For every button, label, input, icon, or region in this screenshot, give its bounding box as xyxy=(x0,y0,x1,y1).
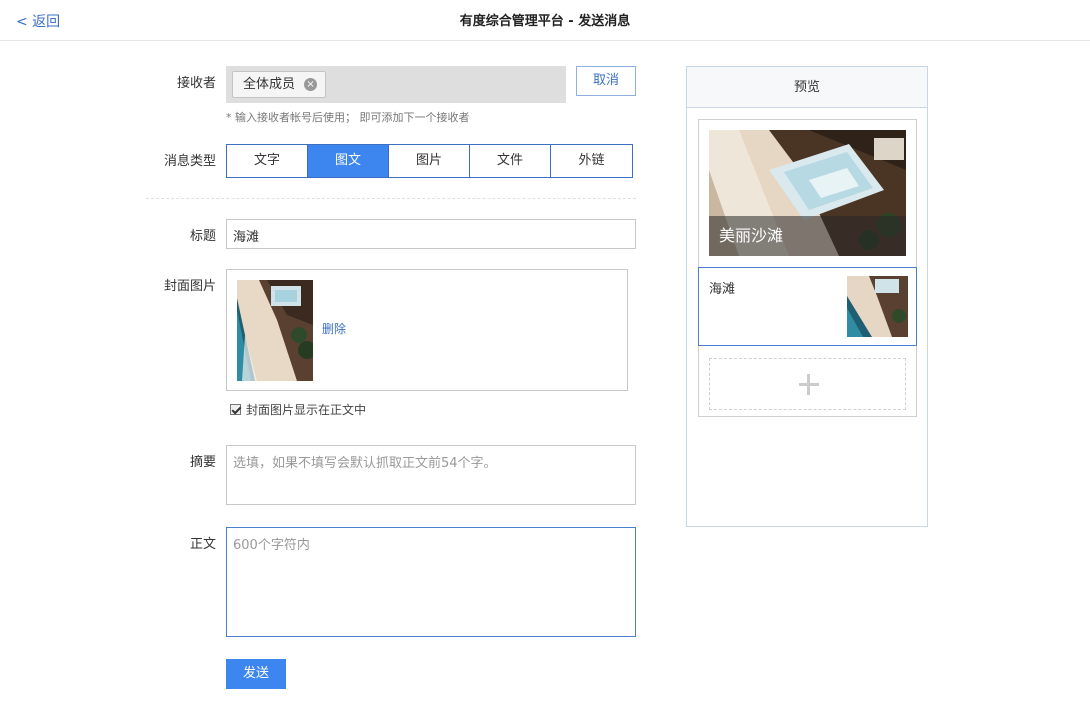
page-title: 有度综合管理平台 - 发送消息 xyxy=(459,14,631,29)
message-type-label: 消息类型 xyxy=(163,154,216,169)
recipients-label: 接收者 xyxy=(176,76,216,91)
show-cover-option: 封面图片显示在正文中 xyxy=(230,401,366,418)
body-textarea[interactable]: 600个字符内 xyxy=(226,527,636,637)
show-cover-checkbox[interactable] xyxy=(230,404,241,415)
plus-icon-vertical xyxy=(807,374,810,395)
cover-upload-box: 删除 xyxy=(226,269,628,391)
recipient-tag-label: 全体成员 xyxy=(243,77,296,92)
delete-cover-link[interactable]: 删除 xyxy=(322,320,346,337)
top-bar: < 返回 有度综合管理平台 - 发送消息 xyxy=(0,0,1090,41)
preview-sub-article[interactable]: 海滩 xyxy=(698,267,917,346)
show-cover-label: 封面图片显示在正文中 xyxy=(246,403,367,417)
title-input[interactable]: 海滩 xyxy=(226,219,636,249)
section-divider xyxy=(146,198,636,199)
add-article-button[interactable] xyxy=(709,358,906,410)
preview-item-title: 海滩 xyxy=(709,282,736,297)
tab-image[interactable]: 图片 xyxy=(389,145,470,177)
recipients-hint: * 输入接收者帐号后使用； 即可添加下一个接收者 xyxy=(226,111,470,124)
preview-panel: 预览 美丽沙滩 海滩 xyxy=(686,66,928,527)
recipient-tag: 全体成员 × xyxy=(232,71,327,98)
tab-file[interactable]: 文件 xyxy=(470,145,551,177)
preview-main-title: 美丽沙滩 xyxy=(709,216,906,256)
message-type-tabs: 文字 图文 图片 文件 外链 xyxy=(226,144,633,178)
cover-image xyxy=(237,280,313,381)
close-icon[interactable]: × xyxy=(304,78,318,91)
title-label: 标题 xyxy=(189,229,216,244)
recipient-input[interactable]: 全体成员 × xyxy=(226,66,566,103)
tab-link[interactable]: 外链 xyxy=(551,145,632,177)
body-label: 正文 xyxy=(189,537,216,552)
send-button[interactable]: 发送 xyxy=(226,659,286,689)
cancel-button[interactable]: 取消 xyxy=(576,66,636,96)
summary-textarea[interactable]: 选填，如果不填写会默认抓取正文前54个字。 xyxy=(226,445,636,505)
preview-item-image xyxy=(847,276,908,337)
summary-label: 摘要 xyxy=(189,455,216,470)
preview-card: 美丽沙滩 海滩 xyxy=(698,119,917,417)
tab-news[interactable]: 图文 xyxy=(308,145,389,177)
preview-header: 预览 xyxy=(687,67,927,108)
cover-label: 封面图片 xyxy=(163,279,216,294)
preview-main-article[interactable]: 美丽沙滩 xyxy=(709,130,906,256)
tab-text[interactable]: 文字 xyxy=(227,145,308,177)
